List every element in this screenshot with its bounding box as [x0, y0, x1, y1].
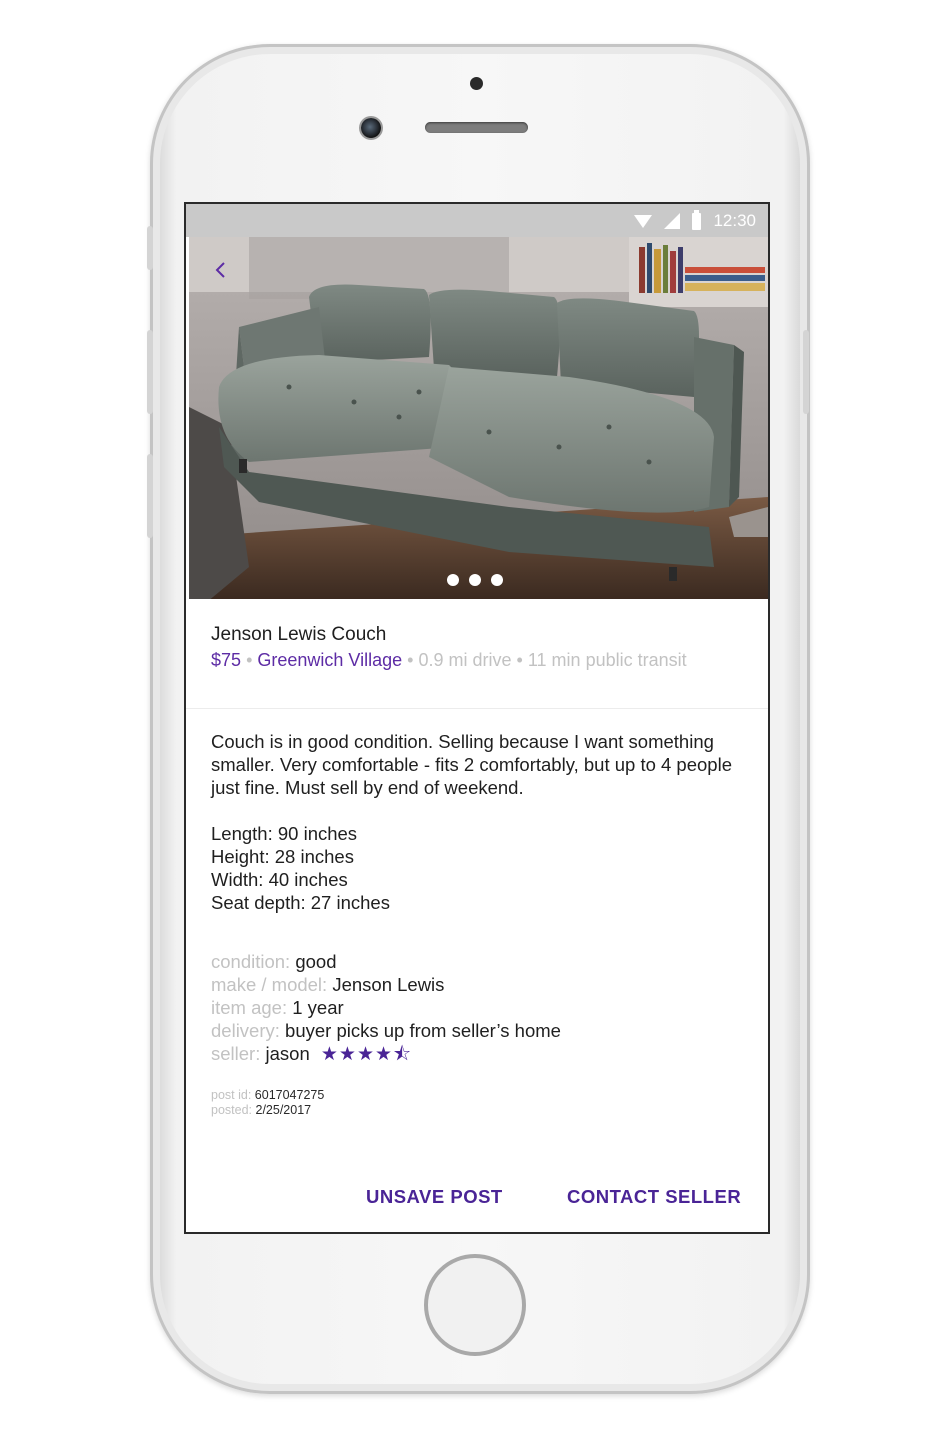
property-value: good: [295, 951, 337, 972]
property-seller: seller: jason ★★★★⯪: [211, 1042, 751, 1066]
pagination-dot[interactable]: [491, 574, 503, 586]
listing-dimensions: Length: 90 inches Height: 28 inches Widt…: [211, 822, 751, 914]
dimension-seat-depth: Seat depth: 27 inches: [211, 892, 390, 913]
pagination-dot[interactable]: [469, 574, 481, 586]
listing-price: $75: [211, 650, 242, 670]
posted-date: posted: 2/25/2017: [211, 1103, 324, 1118]
volume-down-button: [147, 454, 153, 538]
property-label: delivery:: [211, 1020, 280, 1041]
back-button[interactable]: [205, 255, 235, 285]
mute-switch: [147, 226, 153, 270]
post-id-label: post id:: [211, 1088, 252, 1102]
screen: 12:30 Jenson Lewis Couch $75 • Greenwich…: [186, 204, 768, 1232]
post-id: post id: 6017047275: [211, 1088, 324, 1103]
listing-meta: $75 • Greenwich Village • 0.9 mi drive •…: [211, 650, 751, 671]
front-camera: [361, 118, 381, 138]
seller-name[interactable]: jason: [266, 1043, 310, 1064]
property-make-model: make / model: Jenson Lewis: [211, 973, 751, 996]
proximity-sensor: [470, 77, 483, 90]
photo-pagination: [447, 574, 503, 586]
unsave-post-button[interactable]: UNSAVE POST: [366, 1186, 503, 1208]
property-condition: condition: good: [211, 950, 751, 973]
property-value: buyer picks up from seller’s home: [285, 1020, 561, 1041]
status-bar: 12:30: [186, 204, 768, 237]
property-label: condition:: [211, 951, 291, 972]
listing-properties: condition: good make / model: Jenson Lew…: [211, 950, 751, 1066]
chevron-left-icon: [215, 262, 225, 278]
listing-title: Jenson Lewis Couch: [211, 624, 387, 645]
battery-icon: [692, 209, 702, 230]
volume-up-button: [147, 330, 153, 414]
property-delivery: delivery: buyer picks up from seller’s h…: [211, 1019, 751, 1042]
earpiece-speaker: [425, 122, 528, 133]
listing-drive-distance: 0.9 mi drive: [418, 650, 512, 670]
meta-separator: •: [516, 650, 523, 670]
home-button[interactable]: [424, 1254, 526, 1356]
pagination-dot[interactable]: [447, 574, 459, 586]
dimension-height: Height: 28 inches: [211, 846, 354, 867]
listing-description: Couch is in good condition. Selling beca…: [211, 731, 732, 798]
property-label: item age:: [211, 997, 288, 1018]
property-item-age: item age: 1 year: [211, 996, 751, 1019]
meta-separator: •: [246, 650, 253, 670]
posted-label: posted:: [211, 1103, 253, 1117]
couch-photo-image: [189, 237, 768, 599]
contact-seller-button[interactable]: CONTACT SELLER: [567, 1186, 741, 1208]
seller-rating-stars: ★★★★⯪: [320, 1044, 413, 1065]
post-id-value: 6017047275: [254, 1088, 325, 1102]
post-meta: post id: 6017047275 posted: 2/25/2017: [211, 1088, 324, 1118]
dimension-width: Width: 40 inches: [211, 869, 348, 890]
listing-header: Jenson Lewis Couch $75 • Greenwich Villa…: [211, 624, 751, 671]
property-label: seller:: [211, 1043, 261, 1064]
divider: [186, 708, 768, 709]
signal-icon: [664, 213, 681, 229]
action-bar: UNSAVE POST CONTACT SELLER: [186, 1186, 768, 1216]
property-value: Jenson Lewis: [332, 974, 445, 995]
status-time: 12:30: [713, 211, 756, 230]
meta-separator: •: [407, 650, 414, 670]
listing-neighborhood[interactable]: Greenwich Village: [257, 650, 402, 670]
listing-photo[interactable]: [189, 237, 768, 599]
power-button: [803, 330, 809, 414]
property-value: 1 year: [292, 997, 344, 1018]
wifi-icon: [634, 214, 653, 228]
listing-transit-time: 11 min public transit: [527, 650, 687, 670]
dimension-length: Length: 90 inches: [211, 823, 358, 844]
property-label: make / model:: [211, 974, 328, 995]
posted-value: 2/25/2017: [255, 1103, 312, 1117]
